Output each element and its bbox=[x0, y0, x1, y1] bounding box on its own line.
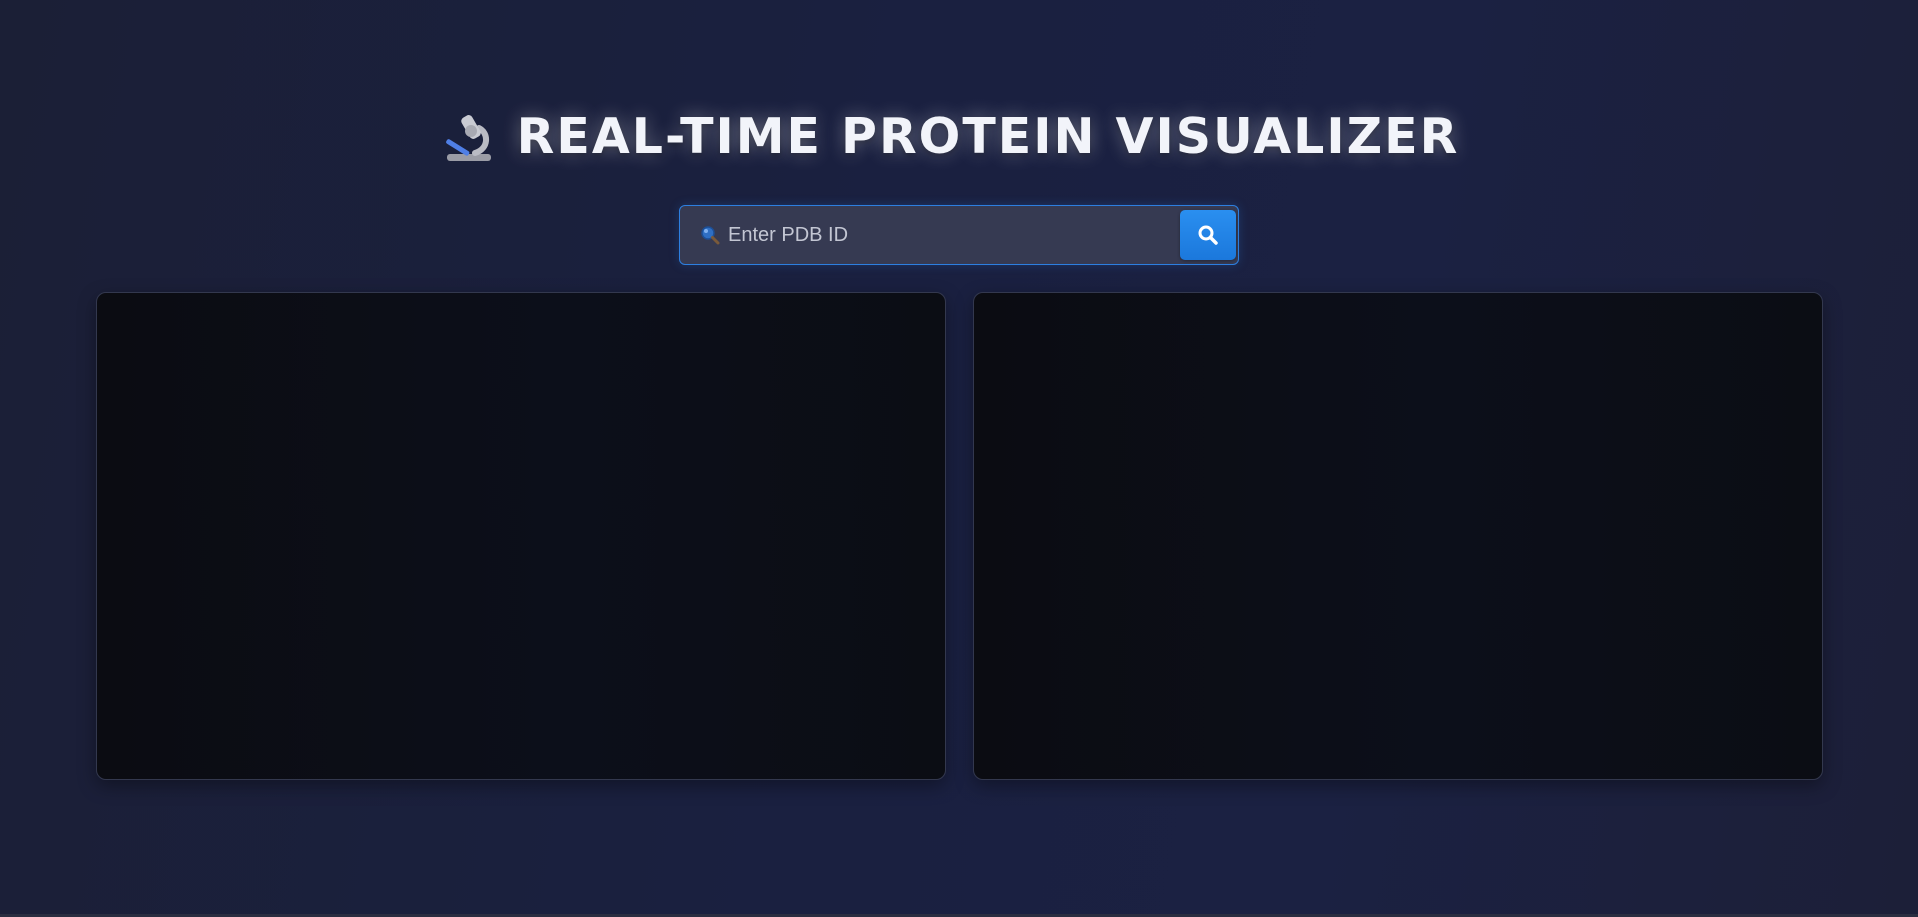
header: REAL-TIME PROTEIN VISUALIZER bbox=[0, 108, 1918, 165]
microscope-icon bbox=[441, 109, 497, 165]
viewer-panel-left[interactable] bbox=[96, 292, 946, 780]
magnifier-icon bbox=[700, 225, 720, 245]
viewer-panel-right[interactable] bbox=[973, 292, 1823, 780]
search-bar bbox=[679, 205, 1239, 265]
search-button[interactable] bbox=[1180, 210, 1236, 260]
pdb-id-input[interactable] bbox=[728, 206, 1180, 264]
page-title: REAL-TIME PROTEIN VISUALIZER bbox=[516, 108, 1460, 165]
search-icon bbox=[1197, 224, 1219, 246]
